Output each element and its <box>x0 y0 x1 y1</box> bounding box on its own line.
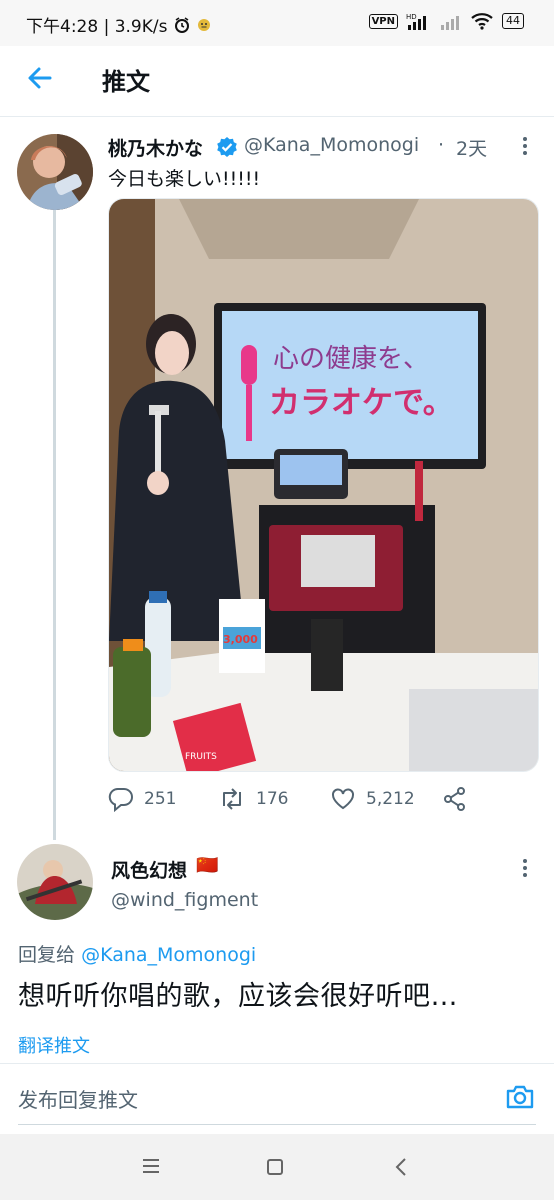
poster-price: 3,000 <box>223 633 258 646</box>
reply-count: 251 <box>144 789 177 809</box>
svg-text:·: · <box>23 909 26 919</box>
system-nav-bar <box>0 1134 554 1200</box>
retweet-icon <box>223 788 241 810</box>
nav-back-icon[interactable] <box>394 1157 408 1177</box>
translate-tweet-link[interactable]: 翻译推文 <box>18 1032 90 1058</box>
retweet-count: 176 <box>256 789 289 809</box>
tweet-action-bar: 251 176 5,212 <box>108 786 488 814</box>
tv-line-1: 心の健康を、 <box>273 344 429 374</box>
reply-author-name[interactable]: 风色幻想 <box>111 856 187 883</box>
alarm-icon <box>175 16 190 33</box>
composer-divider <box>0 1063 554 1064</box>
battery-indicator: 44 <box>502 13 524 29</box>
tweet-author-name[interactable]: 桃乃木かな <box>108 134 203 161</box>
tweet-photo[interactable]: 心の健康を、 カラオケで。 3,000 FRUITS <box>108 198 539 772</box>
tweet-timestamp[interactable]: 2天 <box>456 134 487 161</box>
status-time-speed: 下午4:28 | 3.9K/s <box>26 17 168 37</box>
tweet-text: 今日も楽しい!!!!! <box>108 168 261 190</box>
vpn-badge: VPN <box>368 13 398 29</box>
cellular-signal-icon: HD <box>406 13 426 30</box>
reply-to-handle-link[interactable]: @Kana_Momonogi <box>81 944 256 966</box>
reply-text: 想听听你唱的歌，应该会很好听吧… <box>18 981 458 1012</box>
status-bar: 下午4:28 | 3.9K/s VPN HD 44 <box>0 0 554 46</box>
status-left: 下午4:28 | 3.9K/s <box>26 12 211 37</box>
back-arrow-icon[interactable] <box>26 64 54 92</box>
top-app-bar: 推文 <box>0 46 554 117</box>
page-title: 推文 <box>102 68 150 96</box>
china-flag-icon: 🇨🇳 <box>196 855 219 876</box>
reply-to-line: 回复给 @Kana_Momonogi <box>18 940 256 967</box>
thread-connector-line <box>53 210 56 840</box>
tweet-more-icon[interactable] <box>523 137 529 158</box>
reply-author-avatar[interactable]: · <box>17 844 93 920</box>
cellular-signal-2-icon <box>441 16 459 30</box>
menu-icon[interactable] <box>142 1158 160 1174</box>
like-count: 5,212 <box>366 789 415 809</box>
app-notification-icon <box>198 18 211 31</box>
verified-badge-icon <box>217 137 237 157</box>
karaoke-room-image: 心の健康を、 カラオケで。 3,000 FRUITS <box>109 199 538 771</box>
composer-underline <box>18 1124 536 1125</box>
fruit-package-label: FRUITS <box>185 752 217 762</box>
home-icon[interactable] <box>266 1158 284 1176</box>
reply-bubble-icon <box>108 787 133 812</box>
tweet-author-avatar[interactable] <box>17 134 93 210</box>
tweet-author-handle[interactable]: @Kana_Momonogi <box>244 134 419 156</box>
share-action[interactable] <box>442 786 468 812</box>
reply-more-icon[interactable] <box>523 859 529 880</box>
meta-separator: · <box>438 134 445 156</box>
heart-icon <box>332 788 354 810</box>
camera-icon[interactable] <box>504 1081 536 1113</box>
svg-text:HD: HD <box>406 13 417 21</box>
reply-to-label: 回复给 <box>18 944 76 966</box>
share-icon <box>444 787 465 811</box>
reply-author-handle[interactable]: @wind_figment <box>111 889 258 911</box>
reply-composer-input[interactable]: 发布回复推文 <box>18 1084 138 1113</box>
status-right: VPN HD 44 <box>368 12 524 30</box>
retweet-action[interactable]: 176 <box>218 786 288 812</box>
tv-line-2: カラオケで。 <box>269 385 454 421</box>
wifi-icon <box>471 13 493 30</box>
like-action[interactable]: 5,212 <box>330 786 415 812</box>
reply-action[interactable]: 251 <box>108 786 176 812</box>
